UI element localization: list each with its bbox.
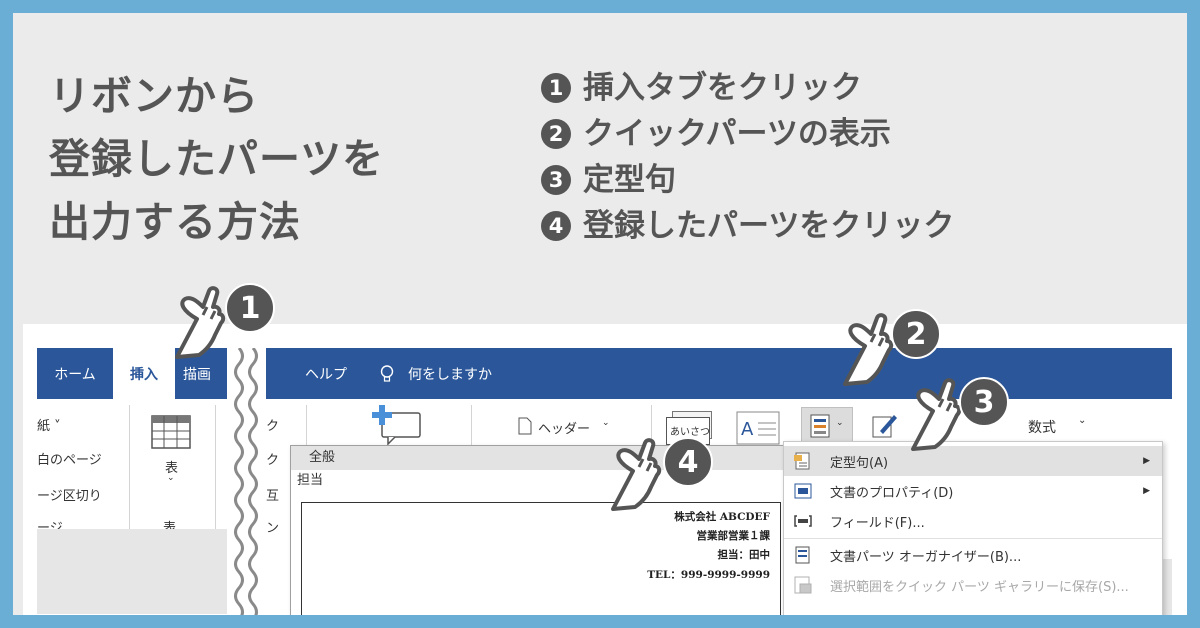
doc-property-icon (792, 482, 814, 500)
quickparts-menu: 定型句(A) ▶ 文書のプロパティ(D) ▶ フィールド(F)... 文書パーツ… (783, 441, 1163, 615)
chevron-down-icon: ⌄ (602, 418, 610, 428)
step-item: 3 定型句 (541, 157, 954, 203)
field-icon (792, 515, 814, 527)
menu-item-label: 定型句(A) (830, 455, 889, 471)
tab-help[interactable]: ヘルプ (296, 348, 356, 399)
step-badge-3: 3 (959, 377, 1009, 427)
banner-frame: リボンから 登録したパーツを 出力する方法 1 挿入タブをクリック 2 クイックパー… (13, 13, 1187, 615)
title-line-1: リボンから (49, 72, 259, 120)
step-text: 登録したパーツをクリック (583, 208, 955, 244)
ribbon-item-cover[interactable]: 紙 ˅ (37, 415, 61, 434)
chevron-down-icon: ⌄ (167, 473, 175, 483)
ribbon-tabbar-right: ヘルプ 何をしますか (266, 348, 1172, 399)
menu-item-field[interactable]: フィールド(F)... (784, 506, 1162, 536)
chevron-down-icon: ⌄ (1078, 415, 1087, 426)
header-button-label: ヘッダー (538, 422, 591, 437)
menu-item-save-selection: 選択範囲をクイック パーツ ギャラリーに保存(S)... (784, 570, 1162, 600)
add-comment-icon[interactable] (372, 405, 422, 445)
preview-line: TEL：999-9999-9999 (647, 569, 770, 581)
quickparts-icon (810, 414, 830, 438)
step-text: 挿入タブをクリック (583, 70, 862, 106)
step-number: 4 (541, 211, 571, 241)
menu-item-organizer[interactable]: 文書パーツ オーガナイザー(B)... (784, 540, 1162, 570)
ribbon-item-blank-page[interactable]: 白のページ (37, 449, 102, 468)
ribbon-cut-label: 互 (266, 489, 280, 504)
step-item: 4 登録したパーツをクリック (541, 203, 954, 249)
gallery-item-name[interactable]: 担当 (291, 470, 793, 492)
step-number: 3 (541, 165, 571, 195)
autotext-icon (792, 452, 814, 470)
menu-item-doc-property[interactable]: 文書のプロパティ(D) ▶ (784, 476, 1162, 506)
menu-item-label: 選択範囲をクイック パーツ ギャラリーに保存(S)... (830, 579, 1129, 595)
preview-line: 株式会社 ABCDEF (674, 511, 770, 523)
svg-text:A: A (741, 419, 754, 440)
quickparts-button[interactable]: ⌄ (801, 407, 853, 445)
header-icon (518, 417, 532, 435)
ribbon-cut-label: ク (266, 453, 280, 468)
ribbon-item-page-break[interactable]: ージ区切り (37, 485, 102, 504)
pointing-hand-icon (911, 378, 962, 451)
gallery-item-preview[interactable]: 株式会社 ABCDEF 営業部営業１課 担当：田中 TEL：999-9999-9… (301, 502, 781, 615)
title-line-3: 出力する方法 (49, 198, 301, 246)
table-icon (151, 415, 191, 449)
submenu-arrow-icon: ▶ (1143, 456, 1150, 466)
step-text: クイックパーツの表示 (583, 116, 891, 152)
pointing-hand-icon (843, 313, 894, 386)
menu-item-autotext[interactable]: 定型句(A) ▶ (784, 446, 1162, 476)
step-list: 1 挿入タブをクリック 2 クイックパーツの表示 3 定型句 4 登録したパーツをクリッ… (541, 65, 954, 249)
pointing-hand-icon (175, 286, 226, 359)
save-gallery-icon (792, 576, 814, 594)
ribbon-cut-label: ン (266, 521, 280, 536)
tell-me-search[interactable]: 何をしますか (408, 348, 498, 399)
preview-line: 営業部営業１課 (696, 530, 771, 542)
step-badge-2: 2 (891, 309, 941, 359)
menu-separator (784, 538, 1162, 539)
menu-item-label: フィールド(F)... (830, 515, 925, 531)
step-text: 定型句 (583, 162, 676, 198)
ribbon-left-panel: 紙 ˅ 白のページ ージ区切り ージ 表 ⌄ 表 (37, 399, 227, 614)
lightbulb-shape (380, 364, 394, 382)
document-area-left (37, 529, 227, 614)
greeting-label: あいさつ (670, 427, 710, 438)
pointing-hand-icon (611, 438, 662, 511)
wave-lines-icon (234, 347, 258, 615)
table-button[interactable]: 表 ⌄ (141, 411, 201, 491)
tab-home[interactable]: ホーム (37, 348, 113, 399)
step-item: 2 クイックパーツの表示 (541, 111, 954, 157)
step-number: 2 (541, 119, 571, 149)
chevron-down-icon: ⌄ (836, 418, 844, 428)
step-badge-4: 4 (663, 437, 713, 487)
step-badge-1: 1 (225, 283, 275, 333)
textbox-icon[interactable]: A (736, 411, 780, 445)
organizer-icon (792, 546, 814, 564)
menu-item-label: 文書のプロパティ(D) (830, 485, 954, 501)
page-title: リボンから 登録したパーツを 出力する方法 (49, 65, 384, 254)
signature-line-icon[interactable] (872, 413, 898, 439)
step-item: 1 挿入タブをクリック (541, 65, 954, 111)
title-line-2: 登録したパーツを (49, 135, 385, 183)
preview-line: 担当：田中 (717, 549, 771, 561)
formula-label[interactable]: 数式 (1028, 417, 1056, 437)
step-number: 1 (541, 73, 571, 103)
submenu-arrow-icon: ▶ (1143, 486, 1150, 496)
ribbon-divider (129, 405, 130, 529)
ribbon-cut-label: ク (266, 419, 280, 434)
menu-item-label: 文書パーツ オーガナイザー(B)... (830, 549, 1022, 565)
lightbulb-icon[interactable] (376, 348, 398, 399)
autotext-gallery: 全般 担当 株式会社 ABCDEF 営業部営業１課 担当：田中 TEL：999-… (290, 445, 794, 615)
ribbon-divider (215, 405, 216, 529)
cut-wave (227, 347, 266, 615)
gallery-category: 全般 (291, 446, 793, 470)
